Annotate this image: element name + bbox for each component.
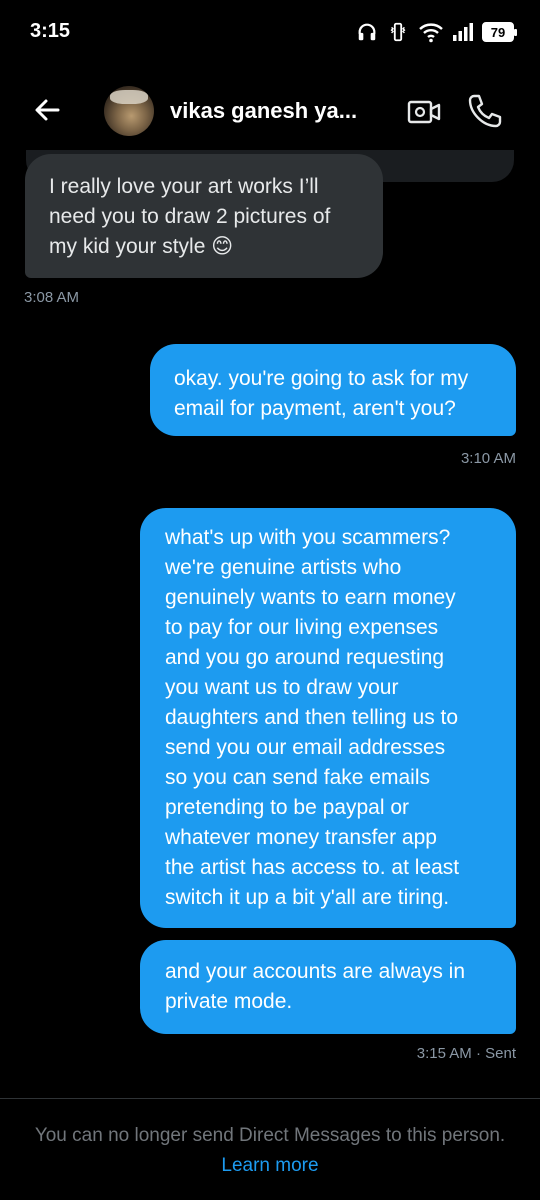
dm-disabled-notice: You can no longer send Direct Messages t… xyxy=(30,1121,510,1181)
back-arrow-icon[interactable] xyxy=(28,90,68,130)
message-text: what's up with you scammers? we're genui… xyxy=(165,526,460,909)
bluetooth-vibrate-icon xyxy=(390,22,406,42)
received-message[interactable]: I really love your art works I’ll need y… xyxy=(25,154,383,278)
footer-divider xyxy=(0,1098,540,1099)
message-text: and your accounts are always in private … xyxy=(165,960,465,1013)
signal-icon xyxy=(453,23,473,41)
headphones-icon xyxy=(358,23,376,41)
status-time: 3:15 xyxy=(30,20,71,42)
status-bar: 3:15 79 xyxy=(0,0,540,62)
notice-text: You can no longer send Direct Messages t… xyxy=(34,1125,506,1146)
learn-more-link[interactable]: Learn more xyxy=(221,1155,318,1176)
message-timestamp: 3:15 AM · Sent xyxy=(416,1045,516,1062)
wifi-icon xyxy=(419,23,443,43)
sent-message[interactable]: okay. you're going to ask for my email f… xyxy=(150,344,516,436)
contact-name[interactable]: vikas ganesh ya... xyxy=(170,98,357,124)
avatar[interactable] xyxy=(104,86,154,136)
phone-icon[interactable] xyxy=(466,92,502,130)
message-text: I really love your art works I’ll need y… xyxy=(49,175,331,258)
status-icons: 79 xyxy=(356,20,517,44)
sent-message[interactable]: what's up with you scammers? we're genui… xyxy=(140,508,516,928)
message-text: okay. you're going to ask for my email f… xyxy=(174,367,469,420)
message-timestamp: 3:08 AM xyxy=(24,289,80,306)
battery-icon: 79 xyxy=(482,22,517,42)
conversation-header: vikas ganesh ya... xyxy=(0,72,540,148)
video-call-icon[interactable] xyxy=(406,94,442,130)
message-timestamp: 3:10 AM xyxy=(460,450,516,467)
sent-message[interactable]: and your accounts are always in private … xyxy=(140,940,516,1034)
